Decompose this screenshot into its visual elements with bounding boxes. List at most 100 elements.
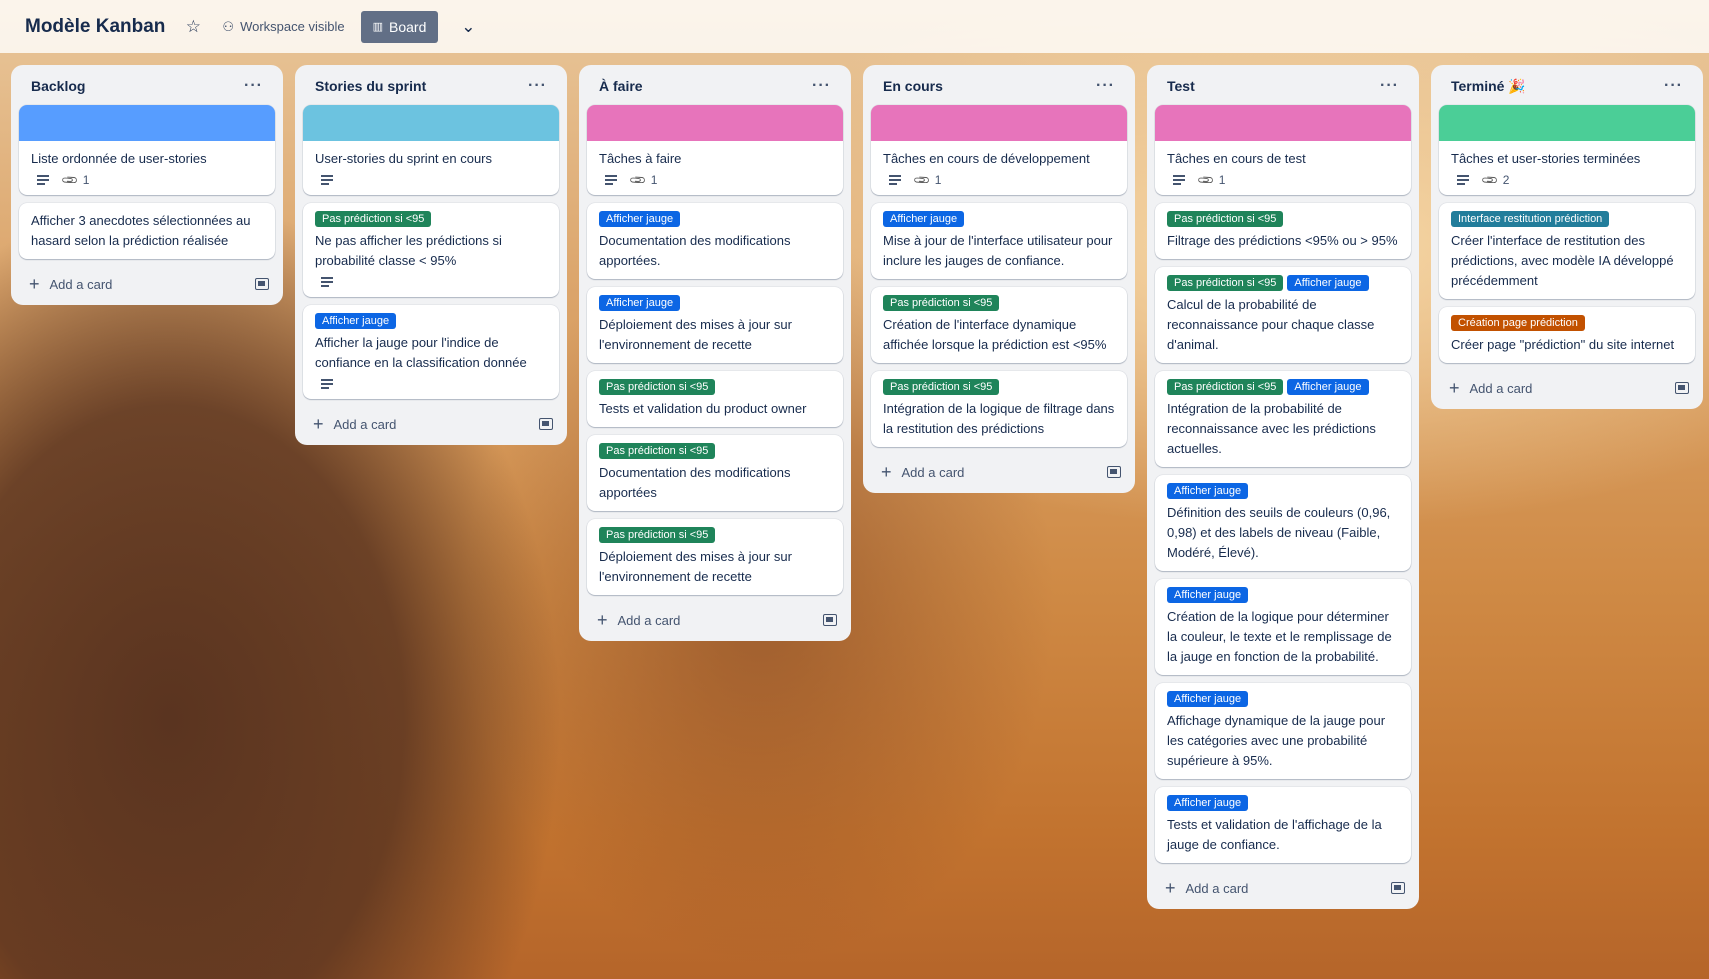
card[interactable]: Afficher jauge Documentation des modifica… [587, 203, 843, 279]
add-card-label: Add a card [901, 464, 965, 480]
card-template-icon[interactable] [539, 418, 553, 430]
list-title[interactable]: En cours [883, 78, 943, 94]
card[interactable]: Création page prédiction Créer page "préd… [1439, 307, 1695, 363]
card[interactable]: Pas prédiction si <95 Création de l'inter… [871, 287, 1127, 363]
card-label[interactable]: Pas prédiction si <95 [1167, 211, 1284, 227]
card[interactable]: Tâches et user-stories terminées 📎 2 [1439, 105, 1695, 195]
card-title: Mise à jour de l'interface utilisateur p… [883, 233, 1113, 268]
board-view-label: Board [389, 18, 427, 35]
attachment-count: 2 [1502, 173, 1510, 187]
card[interactable]: Pas prédiction si <95 Ne pas afficher les… [303, 203, 559, 297]
card-label[interactable]: Pas prédiction si <95 [1167, 379, 1284, 395]
card[interactable]: Pas prédiction si <95 Tests et validation… [587, 371, 843, 427]
people-icon: ⚇ [222, 18, 235, 34]
card-label[interactable]: Afficher jauge [1167, 795, 1249, 811]
card[interactable]: Pas prédiction si <95 Afficher jauge Calcu… [1155, 267, 1411, 363]
list-title[interactable]: Terminé 🎉 [1451, 78, 1526, 95]
card[interactable]: Afficher jauge Tests et validation de l'a… [1155, 787, 1411, 863]
card-label[interactable]: Création page prédiction [1451, 315, 1585, 331]
list-title[interactable]: Test [1167, 78, 1195, 94]
card-title: Afficher 3 anecdotes sélectionnées au ha… [31, 213, 251, 248]
card[interactable]: Pas prédiction si <95 Déploiement des mis… [587, 519, 843, 595]
card-title: Filtrage des prédictions <95% ou > 95% [1167, 233, 1398, 248]
card-badges: 📎 1 [883, 171, 1115, 189]
add-card-row: + Add a card [303, 407, 559, 441]
visibility-button[interactable]: ⚇ Workspace visible [222, 19, 344, 35]
card-label[interactable]: Pas prédiction si <95 [883, 379, 1000, 395]
board-title[interactable]: Modèle Kanban [25, 16, 165, 38]
list-header: Backlog ··· [19, 73, 275, 99]
card-labels: Afficher jauge [1167, 587, 1399, 603]
card[interactable]: Pas prédiction si <95 Intégration de la l… [871, 371, 1127, 447]
card-label[interactable]: Interface restitution prédiction [1451, 211, 1610, 227]
card[interactable]: Interface restitution prédiction Créer l'… [1439, 203, 1695, 299]
list-title[interactable]: À faire [599, 78, 643, 94]
card-template-icon[interactable] [1107, 466, 1121, 478]
card-template-icon[interactable] [1675, 382, 1689, 394]
board-view-button[interactable]: ▥ Board [360, 10, 439, 43]
card[interactable]: Tâches en cours de développement 📎 1 [871, 105, 1127, 195]
card-label[interactable]: Afficher jauge [1167, 483, 1249, 499]
add-card-button[interactable]: + Add a card [1449, 379, 1532, 397]
card-label[interactable]: Pas prédiction si <95 [599, 379, 716, 395]
paperclip-icon: 📎 [629, 171, 648, 190]
card[interactable]: Afficher jauge Mise à jour de l'interface… [871, 203, 1127, 279]
plus-icon: + [29, 274, 40, 294]
list-title[interactable]: Stories du sprint [315, 78, 426, 94]
more-icon[interactable]: ··· [1096, 78, 1115, 94]
card-label[interactable]: Pas prédiction si <95 [315, 211, 432, 227]
card-cover [871, 105, 1127, 141]
attachment-badge: 📎 1 [61, 171, 89, 189]
add-card-button[interactable]: + Add a card [313, 415, 396, 433]
card-label[interactable]: Afficher jauge [599, 211, 681, 227]
add-card-button[interactable]: + Add a card [29, 274, 112, 294]
list-4: Test ··· Tâches en cours de test 📎 1 Pas préd… [1147, 65, 1419, 909]
card-labels: Afficher jauge [599, 295, 831, 311]
card-labels: Afficher jauge [315, 313, 547, 329]
card-label[interactable]: Pas prédiction si <95 [883, 295, 1000, 311]
card[interactable]: Liste ordonnée de user-stories 📎 1 [19, 105, 275, 195]
card[interactable]: Afficher jauge Définition des seuils de c… [1155, 475, 1411, 571]
card[interactable]: Pas prédiction si <95 Filtrage des prédic… [1155, 203, 1411, 259]
more-icon[interactable]: ··· [244, 78, 263, 94]
star-icon[interactable]: ☆ [182, 16, 204, 38]
card[interactable]: Tâches à faire 📎 1 [587, 105, 843, 195]
card-template-icon[interactable] [255, 278, 269, 290]
card[interactable]: Tâches en cours de test 📎 1 [1155, 105, 1411, 195]
card-label[interactable]: Afficher jauge [599, 295, 681, 311]
more-icon[interactable]: ··· [1380, 78, 1399, 94]
card-body: Tâches en cours de développement 📎 1 [871, 141, 1127, 195]
card[interactable]: Afficher jauge Déploiement des mises à jo… [587, 287, 843, 363]
card-body: Afficher jauge Déploiement des mises à jo… [587, 287, 843, 363]
card-template-icon[interactable] [823, 614, 837, 626]
card-label[interactable]: Afficher jauge [315, 313, 397, 329]
more-icon[interactable]: ··· [528, 78, 547, 94]
add-card-button[interactable]: + Add a card [597, 611, 680, 629]
card[interactable]: User-stories du sprint en cours [303, 105, 559, 195]
card-label[interactable]: Pas prédiction si <95 [1167, 275, 1284, 291]
plus-icon: + [881, 462, 892, 482]
add-card-button[interactable]: + Add a card [881, 462, 965, 482]
card[interactable]: Afficher jauge Afficher la jauge pour l'i… [303, 305, 559, 399]
card-label[interactable]: Pas prédiction si <95 [599, 443, 716, 459]
card-label[interactable]: Afficher jauge [1287, 379, 1369, 395]
list-title[interactable]: Backlog [31, 78, 85, 94]
card[interactable]: Afficher jauge Affichage dynamique de la … [1155, 683, 1411, 779]
more-icon[interactable]: ··· [812, 78, 831, 94]
card[interactable]: Afficher jauge Création de la logique pou… [1155, 579, 1411, 675]
add-card-button[interactable]: + Add a card [1165, 879, 1248, 897]
card-label[interactable]: Afficher jauge [883, 211, 965, 227]
card-label[interactable]: Afficher jauge [1167, 587, 1249, 603]
description-icon [1457, 173, 1469, 187]
card-title: Tests et validation de l'affichage de la… [1167, 817, 1382, 852]
card[interactable]: Afficher 3 anecdotes sélectionnées au ha… [19, 203, 275, 259]
card-label[interactable]: Afficher jauge [1287, 275, 1369, 291]
card-label[interactable]: Afficher jauge [1167, 691, 1249, 707]
card-title: Création de la logique pour déterminer l… [1167, 609, 1392, 664]
card-template-icon[interactable] [1391, 882, 1405, 894]
card[interactable]: Pas prédiction si <95 Documentation des m… [587, 435, 843, 511]
more-icon[interactable]: ··· [1664, 78, 1683, 94]
card[interactable]: Pas prédiction si <95 Afficher jauge Intég… [1155, 371, 1411, 467]
chevron-down-icon[interactable]: ⌄ [454, 13, 482, 41]
card-label[interactable]: Pas prédiction si <95 [599, 527, 716, 543]
